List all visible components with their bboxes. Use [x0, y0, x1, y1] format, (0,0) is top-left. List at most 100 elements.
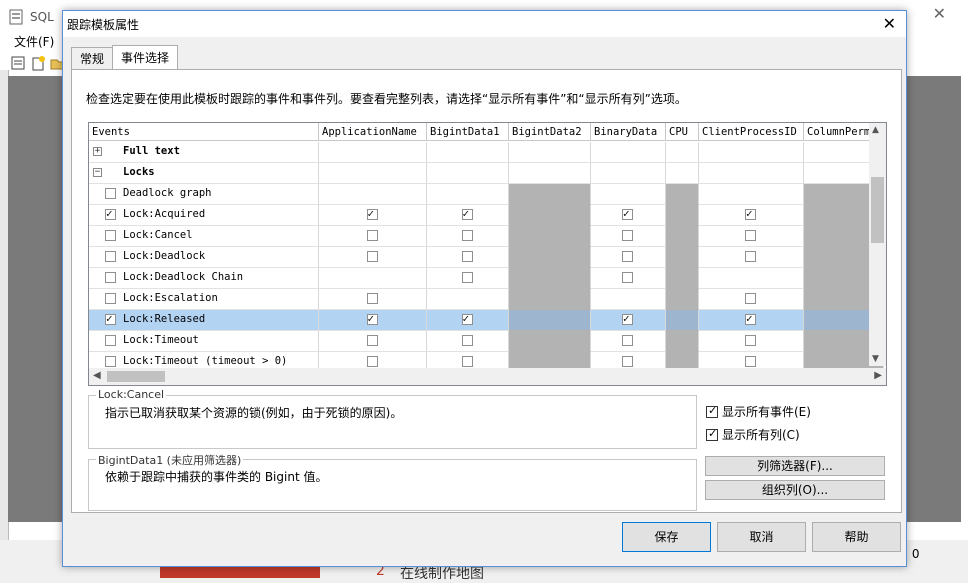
- event-row[interactable]: + Full text: [89, 142, 884, 163]
- event-checkbox[interactable]: [105, 230, 116, 241]
- column-cell[interactable]: [699, 331, 804, 352]
- column-cell[interactable]: [591, 226, 666, 247]
- collapse-icon[interactable]: −: [93, 168, 102, 177]
- new-template-icon[interactable]: [30, 55, 46, 71]
- event-row[interactable]: Lock:Acquired: [89, 205, 884, 226]
- new-trace-icon[interactable]: [10, 55, 26, 71]
- column-cell[interactable]: [427, 226, 509, 247]
- column-cell[interactable]: [591, 205, 666, 226]
- column-header[interactable]: ApplicationName: [319, 123, 427, 141]
- column-checkbox[interactable]: [366, 207, 378, 220]
- show-all-events-checkbox[interactable]: 显示所有事件(E): [706, 403, 811, 420]
- column-cell[interactable]: [591, 331, 666, 352]
- tab-general[interactable]: 常规: [71, 47, 114, 70]
- event-row[interactable]: Lock:Released: [89, 310, 884, 331]
- close-icon[interactable]: ✕: [883, 14, 896, 33]
- column-checkbox[interactable]: [461, 207, 473, 220]
- column-cell[interactable]: [699, 310, 804, 331]
- vertical-scrollbar[interactable]: ▲ ▼: [869, 123, 886, 366]
- event-checkbox[interactable]: [105, 335, 116, 346]
- column-cell[interactable]: [319, 226, 427, 247]
- column-checkbox[interactable]: [622, 207, 633, 220]
- column-checkbox[interactable]: [622, 312, 633, 325]
- column-cell[interactable]: [591, 310, 666, 331]
- event-checkbox[interactable]: [105, 293, 116, 304]
- column-cell[interactable]: [699, 205, 804, 226]
- column-checkbox[interactable]: [366, 312, 378, 325]
- column-checkbox[interactable]: [745, 207, 756, 220]
- show-all-columns-checkbox[interactable]: 显示所有列(C): [706, 426, 800, 443]
- event-row[interactable]: Lock:Timeout: [89, 331, 884, 352]
- column-header[interactable]: ClientProcessID: [699, 123, 804, 141]
- column-checkbox[interactable]: [622, 272, 633, 283]
- vertical-scroll-thumb[interactable]: [871, 177, 884, 243]
- column-cell[interactable]: [427, 331, 509, 352]
- column-cell[interactable]: [699, 226, 804, 247]
- column-cell[interactable]: [319, 289, 427, 310]
- event-checkbox[interactable]: [105, 251, 116, 262]
- horizontal-scroll-thumb[interactable]: [107, 371, 165, 382]
- event-checkbox[interactable]: [105, 312, 116, 325]
- column-cell[interactable]: [427, 247, 509, 268]
- organize-columns-button[interactable]: 组织列(O)...: [705, 480, 885, 500]
- event-checkbox[interactable]: [105, 356, 116, 367]
- column-cell[interactable]: [699, 247, 804, 268]
- column-checkbox[interactable]: [366, 335, 378, 346]
- column-cell[interactable]: [319, 247, 427, 268]
- column-cell[interactable]: [427, 205, 509, 226]
- column-header[interactable]: BigintData1: [427, 123, 509, 141]
- column-cell[interactable]: [427, 310, 509, 331]
- column-cell[interactable]: [699, 289, 804, 310]
- column-checkbox[interactable]: [622, 335, 633, 346]
- column-checkbox[interactable]: [745, 335, 756, 346]
- column-cell[interactable]: [591, 247, 666, 268]
- column-checkbox[interactable]: [366, 356, 378, 367]
- column-checkbox[interactable]: [745, 251, 756, 262]
- column-header[interactable]: BigintData2: [509, 123, 591, 141]
- scroll-left-icon[interactable]: ◀: [93, 370, 101, 381]
- help-button[interactable]: 帮助: [812, 522, 901, 552]
- event-row[interactable]: Lock:Cancel: [89, 226, 884, 247]
- column-checkbox[interactable]: [745, 356, 756, 367]
- column-header[interactable]: CPU: [666, 123, 699, 141]
- column-checkbox[interactable]: [461, 251, 473, 262]
- cancel-button[interactable]: 取消: [717, 522, 806, 552]
- column-checkbox[interactable]: [745, 293, 756, 304]
- column-cell[interactable]: [591, 268, 666, 289]
- tab-events-selection[interactable]: 事件选择: [112, 45, 179, 70]
- column-cell[interactable]: [319, 310, 427, 331]
- event-row[interactable]: Lock:Escalation: [89, 289, 884, 310]
- event-row[interactable]: Deadlock graph: [89, 184, 884, 205]
- column-checkbox[interactable]: [622, 251, 633, 262]
- column-checkbox[interactable]: [461, 230, 473, 241]
- column-checkbox[interactable]: [461, 312, 473, 325]
- column-checkbox[interactable]: [461, 356, 473, 367]
- column-cell[interactable]: [319, 331, 427, 352]
- expand-icon[interactable]: +: [93, 147, 102, 156]
- column-header[interactable]: Events: [89, 123, 319, 141]
- save-button[interactable]: 保存: [622, 522, 711, 552]
- column-checkbox[interactable]: [461, 335, 473, 346]
- scroll-right-icon[interactable]: ▶: [874, 370, 882, 381]
- event-checkbox[interactable]: [105, 188, 116, 199]
- column-cell[interactable]: [319, 205, 427, 226]
- column-checkbox[interactable]: [366, 251, 378, 262]
- column-checkbox[interactable]: [622, 356, 633, 367]
- column-checkbox[interactable]: [366, 230, 378, 241]
- horizontal-scrollbar[interactable]: ◀ ▶: [89, 368, 886, 385]
- event-row[interactable]: Lock:Deadlock Chain: [89, 268, 884, 289]
- event-row[interactable]: − Locks: [89, 163, 884, 184]
- column-checkbox[interactable]: [745, 230, 756, 241]
- scroll-up-icon[interactable]: ▲: [872, 125, 879, 135]
- column-header[interactable]: BinaryData: [591, 123, 666, 141]
- checkbox-checked-icon[interactable]: [706, 404, 718, 418]
- event-row[interactable]: Lock:Deadlock: [89, 247, 884, 268]
- column-filter-button[interactable]: 列筛选器(F)...: [705, 456, 885, 476]
- column-cell[interactable]: [427, 268, 509, 289]
- event-checkbox[interactable]: [105, 272, 116, 283]
- column-checkbox[interactable]: [745, 312, 756, 325]
- event-checkbox[interactable]: [105, 207, 116, 220]
- column-checkbox[interactable]: [461, 272, 473, 283]
- background-close-icon[interactable]: ✕: [933, 4, 946, 23]
- column-checkbox[interactable]: [366, 293, 378, 304]
